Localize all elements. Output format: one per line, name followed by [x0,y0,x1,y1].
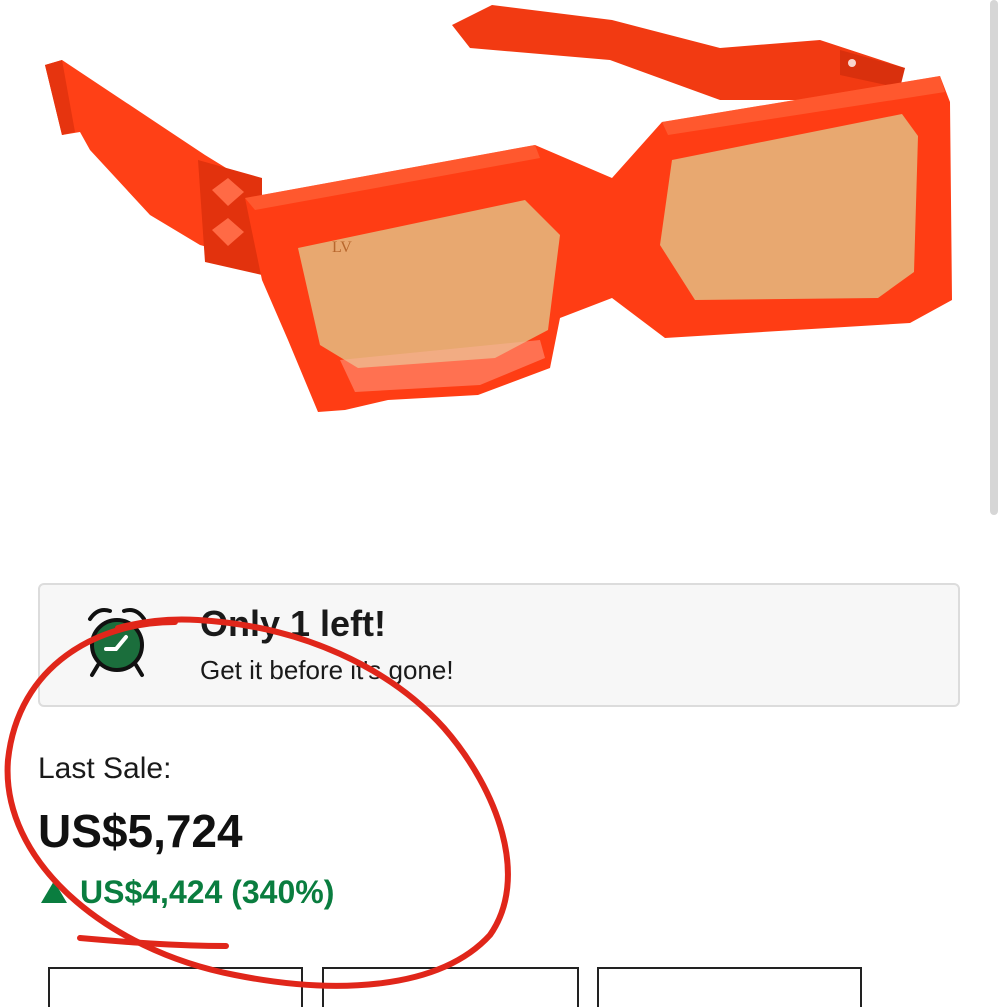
lv-logo: LV [332,239,352,256]
price-change-text: US$4,424 (340%) [80,873,335,910]
temple-arm-back [452,5,905,100]
option-box-3[interactable] [597,967,862,1007]
option-box-1[interactable] [48,967,303,1007]
option-box-2[interactable] [322,967,579,1007]
low-stock-alert: Only 1 left! Get it before it's gone! [38,583,960,707]
product-image[interactable]: LV [0,0,1000,560]
alert-subtitle: Get it before it's gone! [200,655,454,685]
up-arrow-icon [41,881,67,903]
alarm-clock-icon [88,608,146,677]
alert-title: Only 1 left! [200,603,387,644]
last-sale-label: Last Sale: [38,752,172,785]
last-sale-price: US$5,724 [38,805,243,857]
price-change: US$4,424 (340%) [40,872,334,912]
scrollbar[interactable] [990,0,998,515]
